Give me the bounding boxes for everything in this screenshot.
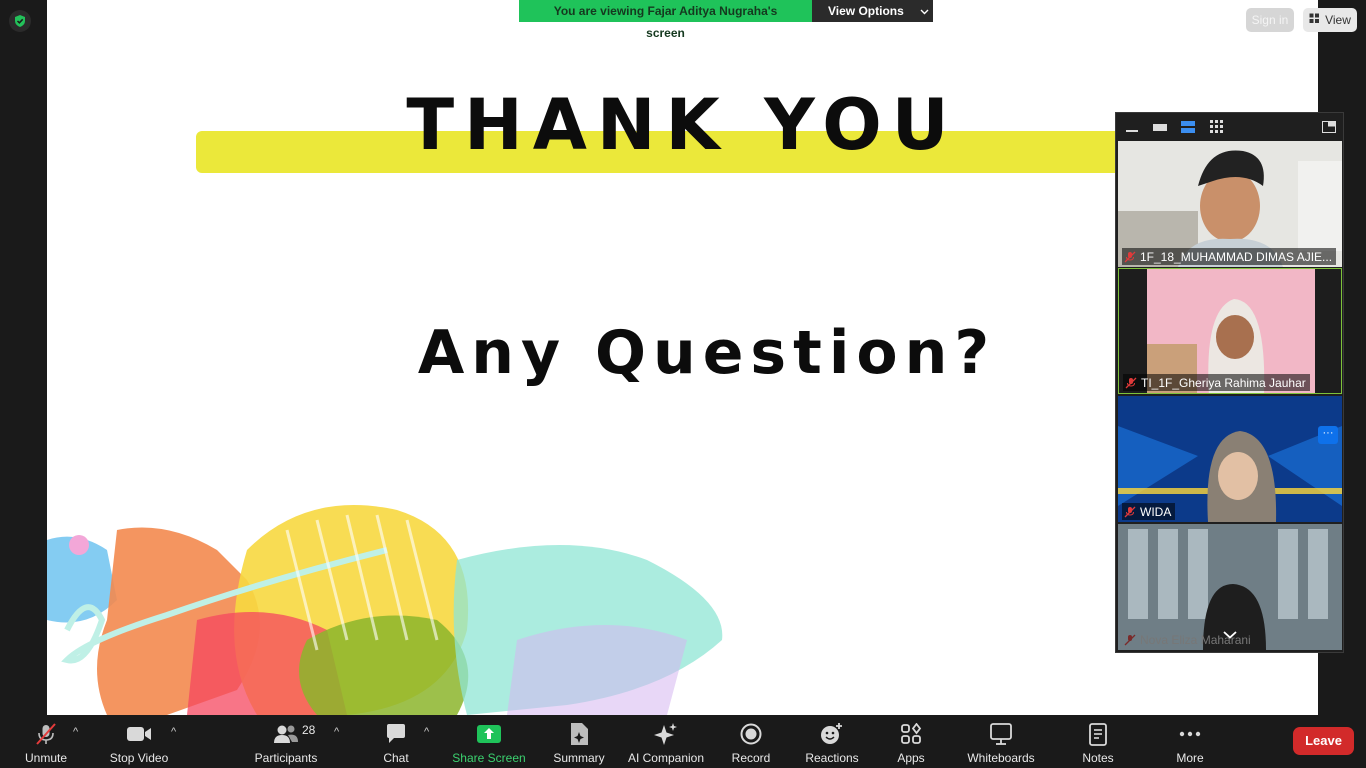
reactions-button[interactable]: Reactions bbox=[803, 715, 861, 768]
share-screen-button[interactable]: Share Screen bbox=[450, 715, 528, 768]
view-button-label: View bbox=[1325, 13, 1351, 27]
video-gallery-panel: 1F_18_MUHAMMAD DIMAS AJIE... TI_1F_Gheri… bbox=[1115, 112, 1344, 653]
view-options-button[interactable]: View Options bbox=[812, 0, 933, 22]
security-shield-icon[interactable] bbox=[9, 10, 31, 32]
more-button[interactable]: More bbox=[1170, 715, 1210, 768]
summary-button[interactable]: Summary bbox=[550, 715, 608, 768]
leave-button[interactable]: Leave bbox=[1293, 727, 1354, 755]
muted-mic-icon bbox=[1125, 377, 1137, 388]
unmute-label: Unmute bbox=[24, 751, 68, 765]
share-screen-label: Share Screen bbox=[452, 751, 526, 765]
smiley-plus-icon bbox=[820, 722, 844, 746]
audio-options-caret-icon[interactable]: ^ bbox=[73, 726, 78, 738]
chat-options-caret-icon[interactable]: ^ bbox=[424, 726, 429, 738]
participants-icon bbox=[273, 722, 299, 746]
view-button[interactable]: View bbox=[1303, 8, 1357, 32]
record-label: Record bbox=[731, 751, 771, 765]
slide-decorative-art bbox=[47, 505, 723, 715]
chevron-down-icon bbox=[920, 0, 929, 22]
unmute-button[interactable]: Unmute bbox=[18, 715, 74, 768]
record-button[interactable]: Record bbox=[728, 715, 774, 768]
minimize-icon[interactable] bbox=[1124, 119, 1140, 135]
participant-name-tag: 1F_18_MUHAMMAD DIMAS AJIE... bbox=[1122, 248, 1337, 265]
muted-mic-icon bbox=[1124, 506, 1136, 517]
strip-view-icon[interactable] bbox=[1180, 119, 1196, 135]
participant-tile[interactable]: Nova Eliza Maharani bbox=[1118, 524, 1342, 650]
whiteboards-label: Whiteboards bbox=[967, 751, 1035, 765]
stop-video-button[interactable]: Stop Video bbox=[104, 715, 174, 768]
record-icon bbox=[740, 722, 762, 746]
video-options-caret-icon[interactable]: ^ bbox=[171, 726, 176, 738]
gallery-toolbar bbox=[1116, 113, 1343, 140]
chat-button[interactable]: Chat bbox=[376, 715, 416, 768]
participant-name: WIDA bbox=[1140, 504, 1172, 519]
chat-bubble-icon bbox=[385, 722, 407, 746]
ai-sparkle-icon bbox=[653, 722, 679, 746]
more-label: More bbox=[1176, 751, 1204, 765]
stop-video-label: Stop Video bbox=[109, 751, 169, 765]
tile-more-options-button[interactable]: ··· bbox=[1318, 426, 1338, 444]
reactions-label: Reactions bbox=[805, 751, 859, 765]
apps-button[interactable]: Apps bbox=[891, 715, 931, 768]
participant-name-tag: WIDA bbox=[1122, 503, 1176, 520]
ai-companion-label: AI Companion bbox=[627, 751, 705, 765]
participants-count-badge: 28 bbox=[302, 723, 316, 737]
summary-document-icon bbox=[568, 722, 590, 746]
ai-companion-button[interactable]: AI Companion bbox=[624, 715, 708, 768]
exit-panel-icon[interactable] bbox=[1321, 119, 1337, 135]
view-options-label: View Options bbox=[828, 4, 904, 18]
participants-options-caret-icon[interactable]: ^ bbox=[334, 726, 339, 738]
summary-label: Summary bbox=[553, 751, 605, 765]
chat-label: Chat bbox=[383, 751, 409, 765]
more-dots-icon bbox=[1179, 722, 1201, 746]
participants-label: Participants bbox=[254, 751, 318, 765]
notes-icon bbox=[1088, 722, 1108, 746]
share-screen-arrow-icon bbox=[476, 722, 502, 746]
notes-label: Notes bbox=[1082, 751, 1114, 765]
apps-icon bbox=[900, 722, 922, 746]
whiteboard-icon bbox=[989, 722, 1013, 746]
viewing-screen-banner: You are viewing Fajar Aditya Nugraha's s… bbox=[519, 0, 933, 40]
participant-name: TI_1F_Gheriya Rahima Jauhar bbox=[1141, 375, 1306, 390]
participant-tile[interactable]: 1F_18_MUHAMMAD DIMAS AJIE... bbox=[1118, 141, 1342, 267]
participant-tile[interactable]: ··· WIDA bbox=[1118, 396, 1342, 522]
participant-name: 1F_18_MUHAMMAD DIMAS AJIE... bbox=[1140, 249, 1333, 264]
muted-mic-icon bbox=[1124, 251, 1136, 262]
viewing-screen-text: You are viewing Fajar Aditya Nugraha's s… bbox=[519, 0, 812, 40]
sign-in-button[interactable]: Sign in bbox=[1246, 8, 1294, 32]
zoom-meeting-window: THANK YOU Any Question? You are viewing … bbox=[0, 0, 1366, 768]
muted-mic-icon bbox=[34, 722, 58, 746]
grid-view-icon bbox=[1309, 13, 1320, 27]
participant-tile-active-speaker[interactable]: TI_1F_Gheriya Rahima Jauhar bbox=[1118, 268, 1342, 394]
whiteboards-button[interactable]: Whiteboards bbox=[963, 715, 1039, 768]
notes-button[interactable]: Notes bbox=[1078, 715, 1118, 768]
apps-label: Apps bbox=[897, 751, 925, 765]
video-camera-icon bbox=[126, 722, 152, 746]
speaker-view-icon[interactable] bbox=[1152, 119, 1168, 135]
scroll-down-chevron-icon[interactable] bbox=[1223, 626, 1237, 644]
meeting-toolbar: Unmute ^ Stop Video ^ Participants 28 ^ … bbox=[0, 715, 1366, 768]
muted-mic-icon bbox=[1124, 634, 1136, 645]
gallery-grid-icon[interactable] bbox=[1208, 119, 1224, 135]
participant-name-tag: TI_1F_Gheriya Rahima Jauhar bbox=[1123, 374, 1310, 391]
